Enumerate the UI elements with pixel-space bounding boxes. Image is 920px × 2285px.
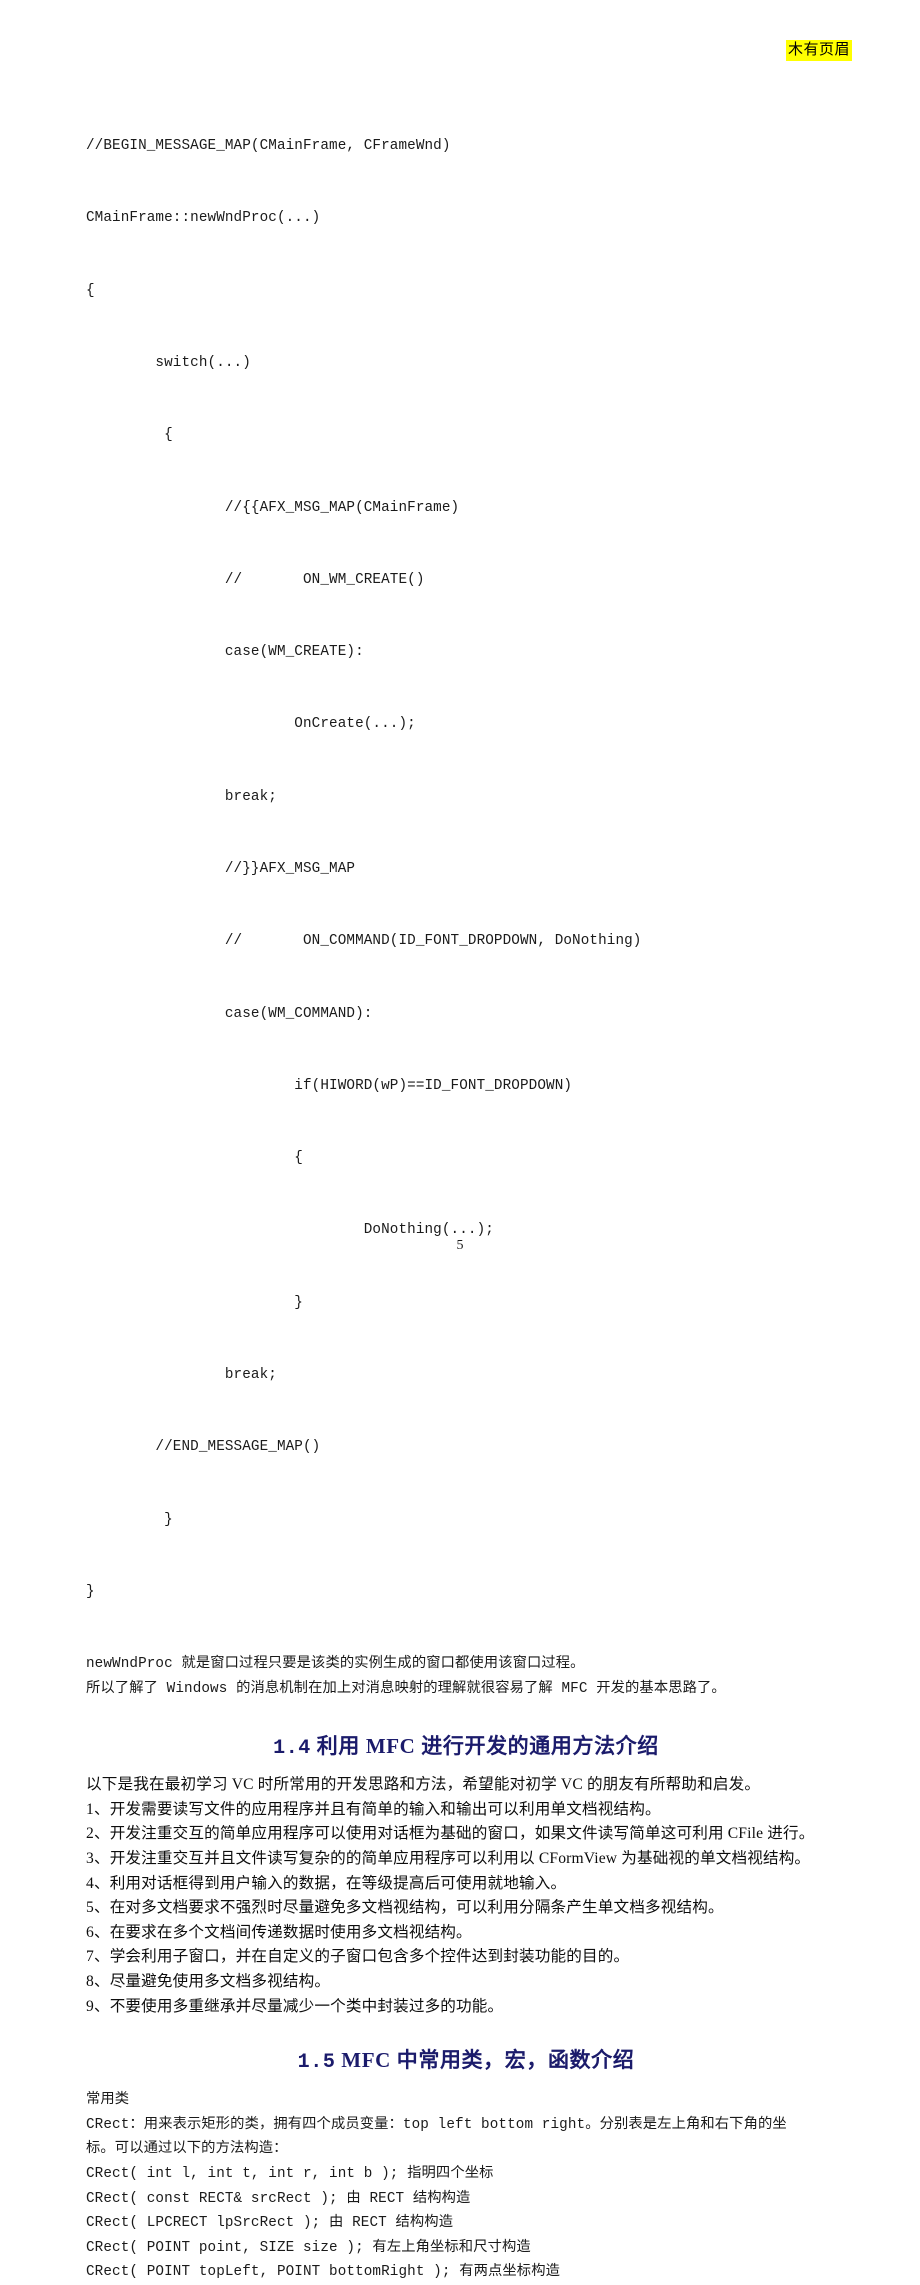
section-intro: 以下是我在最初学习 VC 时所常用的开发思路和方法，希望能对初学 VC 的朋友有… — [86, 1776, 761, 1794]
crect-description-line: CRect：用来表示矩形的类，拥有四个成员变量：top left bottom … — [86, 2116, 787, 2133]
code-line: } — [86, 1511, 173, 1528]
list-item: 3、开发注重交互并且文件读写复杂的的简单应用程序可以利用以 CFormView … — [86, 1850, 811, 1868]
section-title: MFC 中常用类，宏，函数介绍 — [341, 2048, 635, 2073]
subsection-title: 常用类 — [86, 2092, 130, 2109]
crect-constructor: CRect( POINT topLeft, POINT bottomRight … — [86, 2264, 560, 2281]
code-line: if(HIWORD(wP)==ID_FONT_DROPDOWN) — [86, 1077, 573, 1094]
code-line: //END_MESSAGE_MAP() — [86, 1439, 321, 1456]
post-code-paragraph: newWndProc 就是窗口过程只要是该类的实例生成的窗口都使用该窗口过程。 … — [86, 1652, 846, 1701]
code-line: } — [86, 1294, 303, 1311]
code-line: break; — [86, 788, 277, 805]
crect-constructor: CRect( POINT point, SIZE size ); 有左上角坐标和… — [86, 2239, 531, 2256]
code-block: //BEGIN_MESSAGE_MAP(CMainFrame, CFrameWn… — [86, 86, 846, 1652]
code-line: //BEGIN_MESSAGE_MAP(CMainFrame, CFrameWn… — [86, 138, 451, 155]
code-line: switch(...) — [86, 355, 251, 372]
section-number: 1.4 — [273, 1737, 311, 1761]
code-line: { — [86, 282, 95, 299]
page-content: //BEGIN_MESSAGE_MAP(CMainFrame, CFrameWn… — [86, 86, 846, 2285]
page-number: 5 — [456, 1238, 464, 1253]
crect-constructor: CRect( int l, int t, int r, int b ); 指明四… — [86, 2166, 494, 2182]
document-page: 木有页眉 //BEGIN_MESSAGE_MAP(CMainFrame, CFr… — [0, 0, 920, 2280]
list-item: 1、开发需要读写文件的应用程序并且有简单的输入和输出可以利用单文档视结构。 — [86, 1800, 661, 1818]
paragraph-line: 所以了解了 Windows 的消息机制在加上对消息映射的理解就很容易了解 MFC… — [86, 1680, 726, 1697]
crect-constructor: CRect( const RECT& srcRect ); 由 RECT 结构构… — [86, 2190, 471, 2207]
code-line: //{{AFX_MSG_MAP(CMainFrame) — [86, 499, 460, 516]
code-line: case(WM_CREATE): — [86, 644, 364, 661]
crect-constructor: CRect( LPCRECT lpSrcRect ); 由 RECT 结构构造 — [86, 2215, 454, 2232]
code-line: { — [86, 427, 173, 444]
section-number: 1.5 — [297, 2051, 336, 2075]
code-line: CMainFrame::newWndProc(...) — [86, 210, 321, 227]
code-line: case(WM_COMMAND): — [86, 1005, 373, 1022]
section-1-4-body: 以下是我在最初学习 VC 时所常用的开发思路和方法，希望能对初学 VC 的朋友有… — [86, 1773, 846, 2019]
list-item: 5、在对多文档要求不强烈时尽量避免多文档视结构，可以利用分隔条产生单文档多视结构… — [86, 1899, 724, 1917]
section-heading-1-4: 1.4 利用 MFC 进行开发的通用方法介绍 — [86, 1731, 846, 1764]
code-line: OnCreate(...); — [86, 716, 416, 733]
code-line: } — [86, 1583, 95, 1600]
section-title: 利用 MFC 进行开发的通用方法介绍 — [316, 1734, 659, 1759]
page-header: 木有页眉 — [0, 40, 920, 68]
code-line: //}}AFX_MSG_MAP — [86, 861, 356, 877]
list-item: 6、在要求在多个文档间传递数据时使用多文档视结构。 — [86, 1923, 472, 1941]
page-footer: 5 — [0, 1236, 920, 1254]
code-line: // ON_WM_CREATE() — [86, 571, 425, 588]
section-1-5-body: 常用类 CRect：用来表示矩形的类，拥有四个成员变量：top left bot… — [86, 2088, 846, 2285]
crect-description-line: 标。可以通过以下的方法构造： — [86, 2141, 288, 2158]
list-item: 7、学会利用子窗口，并在自定义的子窗口包含多个控件达到封装功能的目的。 — [86, 1948, 630, 1966]
list-item: 4、利用对话框得到用户输入的数据，在等级提高后可使用就地输入。 — [86, 1874, 567, 1892]
list-item: 2、开发注重交互的简单应用程序可以使用对话框为基础的窗口，如果文件读写简单这可利… — [86, 1825, 815, 1843]
code-line: // ON_COMMAND(ID_FONT_DROPDOWN, DoNothin… — [86, 933, 642, 950]
list-item: 8、尽量避免使用多文档多视结构。 — [86, 1973, 331, 1991]
section-heading-1-5: 1.5 MFC 中常用类，宏，函数介绍 — [86, 2045, 846, 2078]
code-line: break; — [86, 1366, 277, 1383]
code-line: { — [86, 1150, 303, 1167]
paragraph-line: newWndProc 就是窗口过程只要是该类的实例生成的窗口都使用该窗口过程。 — [86, 1656, 585, 1673]
list-item: 9、不要使用多重继承并尽量减少一个类中封装过多的功能。 — [86, 1997, 504, 2015]
header-highlight-note: 木有页眉 — [785, 40, 852, 61]
